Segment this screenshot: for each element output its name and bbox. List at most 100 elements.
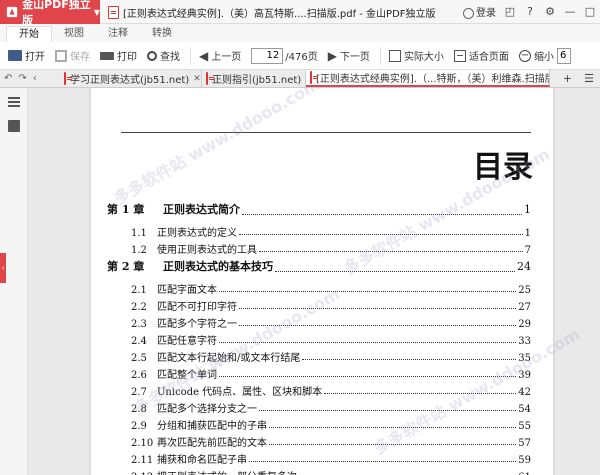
toc-section-row[interactable]: 1.2 使用正则表达式的工具 7 [107, 241, 531, 258]
title-bar: 金山PDF独立版 ▼ [正则表达式经典实例].（美）高瓦特斯....扫描版.pd… [0, 0, 600, 27]
toc-number: 2.5 [131, 353, 147, 364]
tab-convert[interactable]: 转换 [140, 26, 184, 42]
toc-leader-dots [275, 271, 515, 272]
add-tab-icon[interactable]: + [563, 72, 572, 85]
doc-tab-active[interactable]: [正则表达式经典实例].（...特斯，（美）利维森.扫描版 ✕ [306, 70, 550, 87]
toc-leader-dots [239, 308, 517, 309]
toc-section-row[interactable]: 2.9 分组和捕获匹配中的子串 55 [107, 417, 531, 434]
toc-text: 匹配多个字符之一 [157, 319, 237, 330]
pdf-file-icon [310, 71, 318, 84]
app-logo-icon [6, 6, 18, 18]
skin-icon[interactable]: ◰ [504, 5, 516, 18]
comment-icon[interactable] [8, 120, 20, 132]
toc-text: 正则表达式的定义 [157, 228, 237, 239]
toc-text: 使用正则表达式的工具 [157, 245, 257, 256]
redo-icon[interactable]: ↷ [18, 73, 26, 84]
toc-section-row[interactable]: 2.1 匹配字面文本 25 [107, 281, 531, 298]
pdf-page: 目录 第 1 章 正则表达式简介 1 1.1 正则表达式的定义 1 1.2 使用正则表达式的工… [91, 88, 553, 475]
zoom-out-button[interactable]: − 缩小 [518, 47, 571, 64]
fit-page-button[interactable]: 适合页面 [453, 48, 509, 63]
outline-list-icon[interactable] [8, 96, 20, 108]
maximize-button[interactable]: □ [584, 5, 596, 18]
pdf-file-icon [64, 72, 72, 85]
toc-leader-dots [239, 325, 517, 326]
printer-icon [100, 51, 114, 60]
save-button[interactable]: 保存 [55, 48, 90, 63]
toc-section-row[interactable]: 2.10 再次匹配先前匹配的文本 57 [107, 434, 531, 451]
toc-leader-dots [324, 393, 517, 394]
toc-number: 第 2 章 [107, 260, 145, 273]
tab-view[interactable]: 视图 [52, 26, 96, 42]
save-label: 保存 [70, 52, 90, 63]
search-icon [147, 50, 157, 61]
toc-text: 匹配文本行起始和/或文本行结尾 [157, 353, 301, 364]
find-button[interactable]: 查找 [147, 48, 180, 63]
toc-chapter-row[interactable]: 第 2 章 正则表达式的基本技巧 24 [107, 258, 531, 281]
toc-text: 分组和捕获匹配中的子串 [157, 421, 267, 432]
toc-list: 第 1 章 正则表达式简介 1 1.1 正则表达式的定义 1 1.2 使用正则表达式的工具 7 第… [107, 201, 531, 475]
document-viewport[interactable]: 目录 第 1 章 正则表达式简介 1 1.1 正则表达式的定义 1 1.2 使用正则表达式的工… [29, 88, 600, 475]
gear-icon[interactable]: ⚙ [544, 5, 556, 18]
toc-section-row[interactable]: 2.7 Unicode 代码点、属性、区块和脚本 42 [107, 383, 531, 400]
doc-tab[interactable]: 学习正则表达式(jb51.net) ✕ [60, 70, 202, 87]
brand-menu-button[interactable]: 金山PDF独立版 ▼ [0, 0, 100, 27]
minimize-button[interactable]: — [564, 5, 576, 18]
open-button[interactable]: 打开 [8, 48, 45, 63]
left-sidebar: ‹ [0, 88, 28, 475]
page-number-input[interactable] [251, 47, 284, 64]
toc-text: 匹配字面文本 [157, 285, 217, 296]
toc-section-row[interactable]: 2.8 匹配多个选择分支之一 54 [107, 400, 531, 417]
tab-start[interactable]: 开始 [6, 26, 52, 42]
window-title: [正则表达式经典实例].（美）高瓦特斯....扫描版.pdf - 金山PDF独立… [108, 5, 436, 20]
tab-annotate[interactable]: 注释 [96, 26, 140, 42]
toc-leader-dots [259, 251, 523, 252]
toc-number: 2.11 [131, 455, 154, 466]
toc-number: 2.10 [131, 438, 154, 449]
doc-tab[interactable]: 正则指引(jb51.net) ✕ [202, 70, 306, 87]
toc-number: 2.7 [131, 387, 147, 398]
close-icon[interactable]: ✕ [193, 74, 201, 84]
chevron-left-icon[interactable]: ‹ [33, 73, 37, 84]
toc-number: 1.1 [131, 228, 147, 239]
toc-section-row[interactable]: 2.2 匹配不可打印字符 27 [107, 298, 531, 315]
toc-section-row[interactable]: 2.3 匹配多个字符之一 29 [107, 315, 531, 332]
toc-leader-dots [219, 376, 517, 377]
actual-size-button[interactable]: 实际大小 [388, 48, 444, 63]
toc-section-row[interactable]: 2.6 匹配整个单词 39 [107, 366, 531, 383]
toc-chapter-row[interactable]: 第 1 章 正则表达式简介 1 [107, 201, 531, 224]
login-label: 登录 [476, 8, 496, 19]
find-label: 查找 [160, 52, 180, 63]
toolbar-divider [190, 46, 191, 65]
undo-icon[interactable]: ↶ [4, 73, 12, 84]
chevron-down-icon: ▼ [93, 7, 100, 17]
zoom-out-icon: − [518, 49, 531, 62]
pdf-file-icon [108, 6, 119, 19]
toc-section-row[interactable]: 1.1 正则表达式的定义 1 [107, 224, 531, 241]
toc-text: 把正则表达式的一部分重复多次 [157, 468, 297, 475]
next-page-button[interactable]: ▶ 下一页 [328, 48, 370, 64]
toc-section-row[interactable]: 2.5 匹配文本行起始和/或文本行结尾 35 [107, 349, 531, 366]
toc-leader-dots [259, 410, 517, 411]
prev-page-button[interactable]: ◀ 上一页 [199, 48, 241, 64]
toc-page-number: 39 [518, 370, 531, 381]
toc-text: 再次匹配先前匹配的文本 [157, 438, 267, 449]
toc-number: 2.4 [131, 336, 147, 347]
tab-list-icon[interactable]: ☰ [584, 72, 594, 85]
toc-number: 2.1 [131, 285, 147, 296]
toc-page-number: 57 [518, 438, 531, 449]
toc-section-row[interactable]: 2.11 捕获和命名匹配子串 59 [107, 451, 531, 468]
zoom-input[interactable] [556, 47, 571, 64]
page-total-label: /476页 [285, 52, 318, 63]
toc-section-row[interactable]: 2.12把正则表达式的一部分重复多次61 [107, 468, 531, 475]
login-button[interactable]: 登录 [463, 4, 496, 19]
toc-leader-dots [269, 427, 517, 428]
sidebar-expand-handle[interactable]: ‹ [0, 253, 6, 283]
help-icon[interactable]: ? [524, 5, 536, 18]
toc-text: 匹配多个选择分支之一 [157, 404, 257, 415]
fit-page-label: 适合页面 [468, 52, 509, 63]
print-button[interactable]: 打印 [100, 48, 137, 63]
pdf-file-icon [206, 72, 214, 85]
user-icon [463, 7, 474, 19]
toc-section-row[interactable]: 2.4 匹配任意字符 33 [107, 332, 531, 349]
toc-text: 捕获和命名匹配子串 [157, 455, 247, 466]
